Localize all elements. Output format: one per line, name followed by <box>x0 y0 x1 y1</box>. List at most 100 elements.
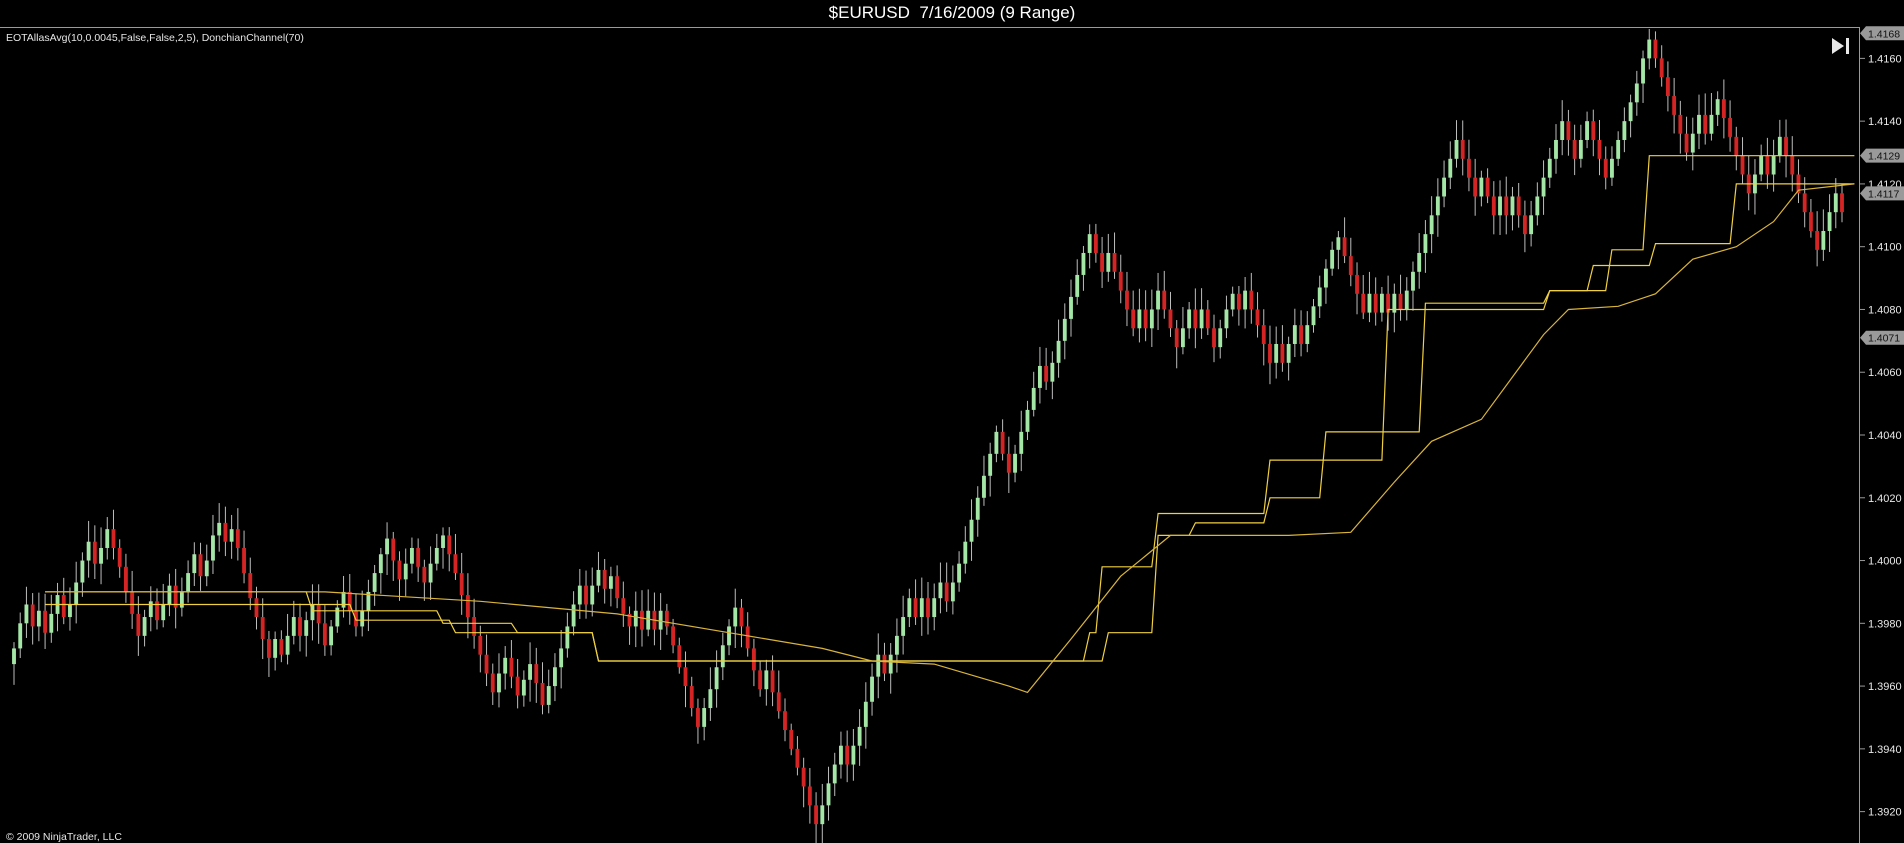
candle-down <box>683 667 688 687</box>
candle-down <box>298 617 302 636</box>
candle-down <box>1174 328 1179 348</box>
candle-up <box>888 654 893 674</box>
candle-down <box>926 598 930 618</box>
axis-tick-label: 1.4060 <box>1868 367 1902 379</box>
donchian-lower-line <box>45 155 1855 662</box>
candle-down <box>1355 274 1359 294</box>
candle-up <box>590 585 595 605</box>
candle-down <box>540 682 545 705</box>
candle-down <box>615 576 620 599</box>
candle-up <box>1510 196 1515 216</box>
candle-up <box>1498 196 1502 216</box>
candle-down <box>801 767 806 787</box>
candle-down <box>1684 133 1689 153</box>
price-marker-label: 1.4071 <box>1868 333 1900 345</box>
candle-down <box>696 708 700 727</box>
axis-tick-label: 1.4000 <box>1868 556 1902 568</box>
candle-up <box>876 654 881 677</box>
candle-down <box>1566 121 1571 140</box>
candle-down <box>1162 290 1167 310</box>
candle-up <box>1243 290 1248 310</box>
axis-tick-label: 1.4140 <box>1868 116 1902 128</box>
candle-up <box>186 573 191 592</box>
candle-up <box>1336 237 1341 250</box>
copyright-text: © 2009 NinjaTrader, LLC <box>6 831 122 843</box>
candle-up <box>428 563 433 583</box>
candle-down <box>1342 237 1347 257</box>
candle-up <box>1715 99 1720 115</box>
scroll-to-end-button[interactable] <box>1828 34 1854 58</box>
candle-up <box>1037 365 1042 388</box>
candle-down <box>758 670 763 690</box>
candle-down <box>1485 177 1490 197</box>
candle-up <box>1442 177 1446 197</box>
candle-up <box>1019 431 1024 454</box>
candle-up <box>608 576 613 589</box>
skip-to-end-icon <box>1832 38 1849 54</box>
price-marker: 1.4129 <box>1860 148 1904 163</box>
candle-down <box>1721 99 1726 119</box>
candle-up <box>1330 249 1335 269</box>
candle-down <box>1740 155 1745 175</box>
candle-up <box>24 604 29 624</box>
candle-down <box>1504 196 1509 216</box>
candle-up <box>360 610 365 627</box>
axis-tick-label: 1.4040 <box>1868 430 1902 442</box>
candle-up <box>211 535 215 561</box>
axis-tick-label: 1.4100 <box>1868 242 1902 254</box>
candle-down <box>111 529 116 548</box>
candle-down <box>745 626 750 649</box>
price-marker: 1.4071 <box>1860 330 1904 345</box>
candle-up <box>161 604 166 621</box>
candle-up <box>521 679 526 696</box>
candle-up <box>1690 133 1695 153</box>
candle-down <box>1765 155 1770 175</box>
candle-up <box>12 648 16 665</box>
candle-up <box>1610 158 1614 178</box>
price-marker: 1.4168 <box>1860 26 1904 41</box>
candle-up <box>68 604 72 618</box>
candle-up <box>1821 231 1826 250</box>
candle-down <box>1280 343 1285 363</box>
candle-down <box>1261 325 1266 344</box>
candle-down <box>1212 328 1216 348</box>
candle-down <box>266 639 271 658</box>
candle-down <box>509 657 514 677</box>
candle-up <box>1634 83 1639 103</box>
candle-down <box>1591 121 1596 140</box>
candle-down <box>789 730 794 749</box>
price-chart[interactable]: 1.41601.41401.41201.41001.40801.40601.40… <box>0 0 1904 843</box>
candle-down <box>677 645 682 668</box>
candle-down <box>279 639 284 655</box>
candle-up <box>907 598 912 618</box>
candle-up <box>1628 102 1633 122</box>
axis-tick-label: 1.3980 <box>1868 618 1902 630</box>
candle-up <box>1149 309 1154 329</box>
candle-up <box>217 522 222 536</box>
candle-down <box>1603 158 1608 178</box>
candle-up <box>1106 252 1111 272</box>
candle-up <box>969 519 974 542</box>
candle-down <box>30 604 35 627</box>
candle-down <box>260 617 265 639</box>
candle-down <box>1808 212 1813 231</box>
candle-up <box>372 573 377 592</box>
candle-up <box>714 667 719 690</box>
candle-up <box>403 563 408 580</box>
candle-down <box>1678 114 1683 134</box>
axis-tick-label: 1.3920 <box>1868 807 1902 819</box>
candle-down <box>664 610 669 627</box>
candle-up <box>733 607 738 627</box>
candle-down <box>316 604 321 624</box>
candle-down <box>43 610 48 633</box>
candle-down <box>751 648 756 671</box>
candle-up <box>870 676 874 702</box>
candle-down <box>1398 293 1403 310</box>
candle-down <box>1093 234 1098 253</box>
donchian-upper-line <box>45 183 1855 662</box>
candle-up <box>291 617 296 636</box>
candle-down <box>478 635 483 655</box>
candle-up <box>1031 387 1036 410</box>
candle-up <box>957 563 962 583</box>
candle-up <box>1311 306 1316 326</box>
